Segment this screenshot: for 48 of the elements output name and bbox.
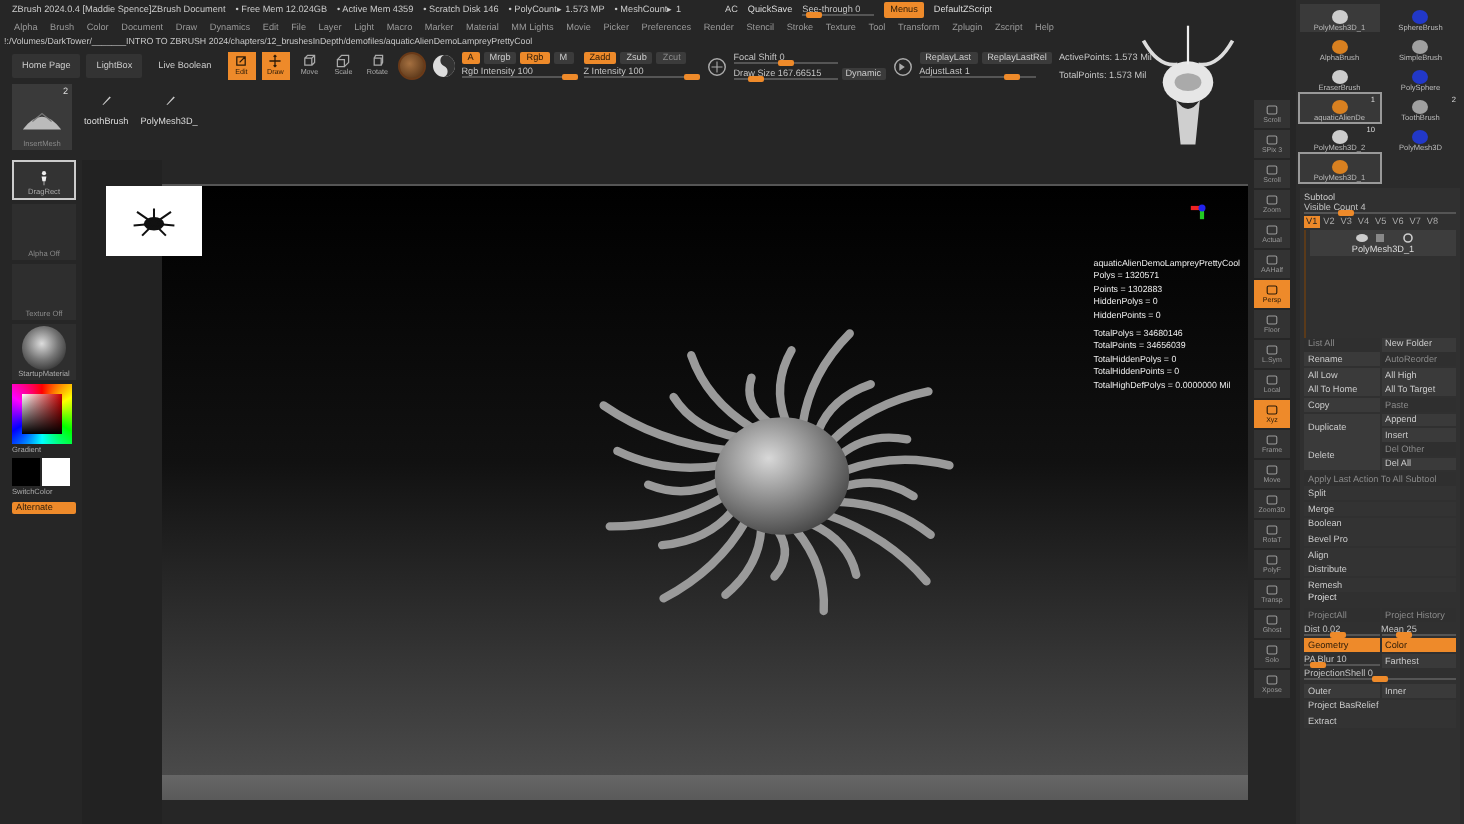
color-picker[interactable]: [12, 384, 72, 444]
cube-icon: [370, 54, 385, 69]
cube-icon: [336, 54, 351, 69]
color-swatch[interactable]: [12, 458, 40, 487]
slider-thumb[interactable]: [1372, 676, 1388, 683]
cross-arrows-icon: [268, 54, 283, 69]
slider-thumb[interactable]: [747, 75, 764, 81]
slider-thumb[interactable]: [561, 74, 578, 80]
slider-thumb[interactable]: [1309, 661, 1326, 668]
slider-thumb[interactable]: [1330, 631, 1347, 638]
visibility-icons: [1353, 231, 1413, 244]
view-glyph-icon: [1264, 493, 1280, 506]
material-sphere-icon: [22, 325, 66, 370]
view-glyph-icon: [1264, 313, 1280, 326]
replay-icon[interactable]: [891, 55, 914, 77]
view-glyph-icon: [1264, 613, 1280, 626]
view-glyph-icon: [1264, 283, 1280, 296]
brush-circle-icon: [705, 55, 728, 77]
slider-thumb[interactable]: [1395, 631, 1412, 638]
view-glyph-icon: [1264, 253, 1280, 266]
brush-icon: [100, 94, 113, 106]
view-glyph-icon: [1264, 463, 1280, 476]
view-glyph-icon: [1264, 523, 1280, 536]
view-glyph-icon: [1264, 103, 1280, 116]
cube-icon: [302, 54, 317, 69]
material-swatch-icon[interactable]: [397, 52, 426, 80]
view-glyph-icon: [1264, 163, 1280, 176]
view-glyph-icon: [1264, 133, 1280, 146]
document-canvas[interactable]: [162, 184, 1248, 800]
slider-thumb[interactable]: [805, 11, 822, 17]
view-glyph-icon: [1264, 643, 1280, 656]
view-glyph-icon: [1264, 343, 1280, 356]
view-glyph-icon: [1264, 223, 1280, 236]
sphere-icon[interactable]: [431, 54, 456, 78]
view-glyph-icon: [1264, 433, 1280, 446]
slider-thumb[interactable]: [1004, 74, 1021, 80]
view-glyph-icon: [1264, 553, 1280, 566]
view-glyph-icon: [1264, 373, 1280, 386]
view-glyph-icon: [1264, 193, 1280, 206]
slider-thumb[interactable]: [683, 74, 700, 80]
brush-icon: [163, 94, 176, 106]
slider-thumb[interactable]: [777, 59, 794, 65]
color-swatch[interactable]: [42, 458, 70, 487]
view-glyph-icon: [1264, 403, 1280, 416]
slider-thumb[interactable]: [1338, 210, 1354, 217]
figure-icon: [36, 169, 52, 186]
view-glyph-icon: [1264, 583, 1280, 596]
view-glyph-icon: [1264, 673, 1280, 686]
